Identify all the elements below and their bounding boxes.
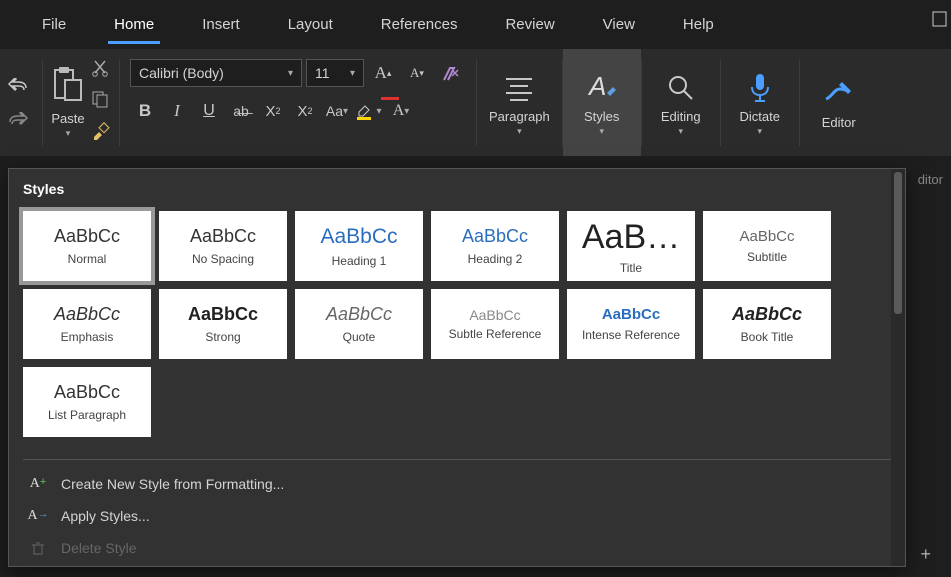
- dictate-button[interactable]: Dictate ▾: [721, 49, 799, 156]
- style-sample: AaBbCc: [326, 304, 392, 326]
- style-sample: AaBbCc: [54, 226, 120, 248]
- paste-label: Paste: [51, 111, 84, 126]
- style-card-title[interactable]: AaB… Title: [567, 211, 695, 281]
- tab-references[interactable]: References: [357, 0, 482, 48]
- style-card-book-title[interactable]: AaBbCc Book Title: [703, 289, 831, 359]
- subscript-button[interactable]: X2: [258, 97, 288, 125]
- strikethrough-button[interactable]: a̶b̶: [226, 97, 256, 125]
- style-sample: AaBbCc: [462, 226, 528, 248]
- style-card-strong[interactable]: AaBbCc Strong: [159, 289, 287, 359]
- redo-button[interactable]: [4, 106, 32, 134]
- style-card-heading-1[interactable]: AaBbCc Heading 1: [295, 211, 423, 281]
- ribbon-tabs: File Home Insert Layout References Revie…: [0, 0, 951, 48]
- font-family-select[interactable]: Calibri (Body)▾: [130, 59, 302, 87]
- create-new-style-action[interactable]: A+ Create New Style from Formatting...: [23, 468, 891, 500]
- collapse-ribbon-icon[interactable]: [931, 10, 949, 33]
- paragraph-button[interactable]: Paragraph ▾: [477, 49, 562, 156]
- style-sample: AaBbCc: [54, 304, 120, 326]
- undo-button[interactable]: [4, 72, 32, 100]
- style-name-label: Heading 2: [468, 252, 523, 266]
- style-card-intense-reference[interactable]: AaBbCc Intense Reference: [567, 289, 695, 359]
- style-sample: AaBbCc: [739, 228, 794, 246]
- tab-home[interactable]: Home: [90, 0, 178, 48]
- tab-help[interactable]: Help: [659, 0, 738, 48]
- style-name-label: No Spacing: [192, 252, 254, 266]
- clipboard-group: Paste ▾: [43, 49, 119, 156]
- style-card-subtle-reference[interactable]: AaBbCc Subtle Reference: [431, 289, 559, 359]
- style-sample: AaBbCc: [188, 304, 258, 326]
- apply-styles-action[interactable]: A→ Apply Styles...: [23, 500, 891, 532]
- background-text: ditor: [918, 172, 943, 187]
- font-group: Calibri (Body)▾ 11▾ A▴ A▾ B I U a̶b̶ X2 …: [120, 49, 476, 156]
- highlight-button[interactable]: ▾: [354, 97, 384, 125]
- style-sample: AaB…: [582, 217, 680, 258]
- style-sample: AaBbCc: [190, 226, 256, 248]
- styles-panel: Styles AaBbCcNormalAaBbCcNo SpacingAaBbC…: [8, 168, 906, 567]
- format-painter-button[interactable]: [91, 121, 111, 146]
- tab-file[interactable]: File: [18, 0, 90, 48]
- editor-button[interactable]: Editor: [800, 49, 878, 156]
- paste-button[interactable]: Paste ▾: [51, 66, 85, 139]
- style-name-label: Heading 1: [332, 254, 387, 268]
- style-name-label: Subtitle: [747, 250, 787, 264]
- style-name-label: Intense Reference: [582, 328, 680, 342]
- a-arrow-icon: A→: [27, 508, 49, 524]
- panel-scrollbar[interactable]: [891, 169, 905, 566]
- style-card-heading-2[interactable]: AaBbCc Heading 2: [431, 211, 559, 281]
- style-name-label: List Paragraph: [48, 408, 126, 422]
- style-grid: AaBbCc Normal AaBbCc No Spacing AaBbCc Headin…: [23, 211, 891, 437]
- style-sample: AaBbCc: [732, 304, 802, 326]
- style-sample: AaBbCc: [54, 382, 120, 404]
- style-card-subtitle[interactable]: AaBbCc Subtitle: [703, 211, 831, 281]
- copy-button[interactable]: [91, 90, 111, 113]
- shrink-font-button[interactable]: A▾: [402, 59, 432, 87]
- clear-formatting-button[interactable]: [436, 59, 466, 87]
- style-name-label: Emphasis: [61, 330, 114, 344]
- a-plus-icon: A+: [27, 476, 49, 492]
- superscript-button[interactable]: X2: [290, 97, 320, 125]
- editing-button[interactable]: Editing ▾: [642, 49, 720, 156]
- tab-view[interactable]: View: [579, 0, 659, 48]
- style-card-quote[interactable]: AaBbCc Quote: [295, 289, 423, 359]
- svg-text:A: A: [587, 71, 606, 101]
- tab-layout[interactable]: Layout: [264, 0, 357, 48]
- font-color-button[interactable]: A▾: [386, 97, 416, 125]
- style-name-label: Quote: [343, 330, 376, 344]
- style-sample: AaBbCc: [320, 224, 397, 249]
- change-case-button[interactable]: Aa▾: [322, 97, 352, 125]
- style-name-label: Normal: [68, 252, 107, 266]
- styles-button[interactable]: A Styles ▾: [563, 49, 641, 156]
- grow-font-button[interactable]: A▴: [368, 59, 398, 87]
- underline-button[interactable]: U: [194, 97, 224, 125]
- style-name-label: Strong: [205, 330, 240, 344]
- style-card-list-paragraph[interactable]: AaBbCc List Paragraph: [23, 367, 151, 437]
- style-name-label: Book Title: [741, 330, 794, 344]
- font-size-select[interactable]: 11▾: [306, 59, 364, 87]
- bold-button[interactable]: B: [130, 97, 160, 125]
- tab-review[interactable]: Review: [481, 0, 578, 48]
- style-card-emphasis[interactable]: AaBbCc Emphasis: [23, 289, 151, 359]
- quick-access: [0, 49, 42, 156]
- style-card-normal[interactable]: AaBbCc Normal: [23, 211, 151, 281]
- ribbon: Paste ▾ Calibri (Body)▾ 11▾ A▴ A▾ B I U …: [0, 48, 951, 156]
- style-card-no-spacing[interactable]: AaBbCc No Spacing: [159, 211, 287, 281]
- italic-button[interactable]: I: [162, 97, 192, 125]
- trash-icon: [27, 541, 49, 555]
- style-name-label: Title: [620, 261, 642, 275]
- styles-panel-title: Styles: [23, 181, 891, 197]
- tab-insert[interactable]: Insert: [178, 0, 264, 48]
- delete-style-action: Delete Style: [23, 532, 891, 564]
- style-sample: AaBbCc: [602, 306, 660, 324]
- cut-button[interactable]: [91, 59, 111, 82]
- style-name-label: Subtle Reference: [449, 327, 542, 341]
- zoom-plus-icon[interactable]: +: [920, 544, 931, 565]
- style-sample: AaBbCc: [469, 307, 520, 324]
